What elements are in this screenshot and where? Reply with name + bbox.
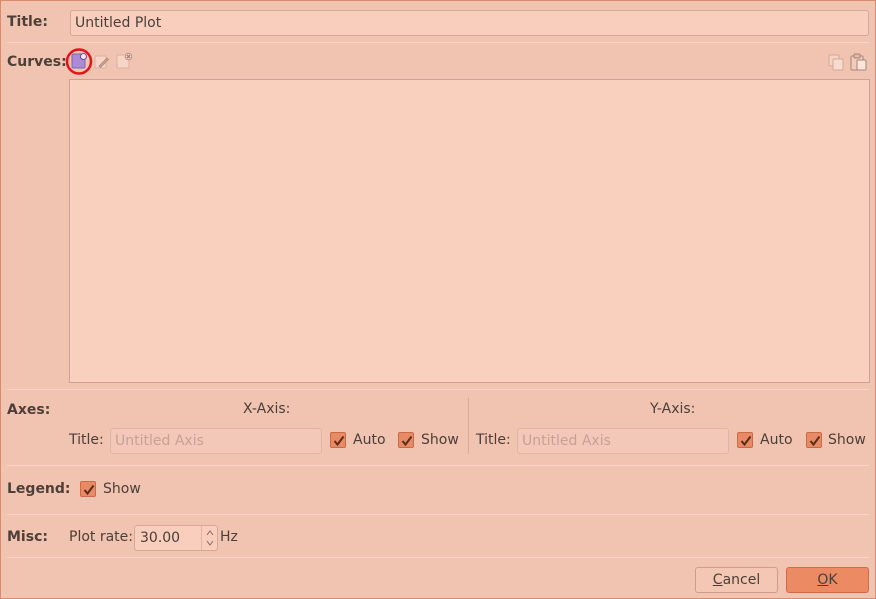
plot-title-input[interactable]: Untitled Plot <box>70 10 869 36</box>
curves-label: Curves: <box>7 54 67 70</box>
x-axis-show-label: Show <box>421 432 459 448</box>
y-axis-title-label: Title: <box>476 432 511 448</box>
legend-show-label: Show <box>103 481 141 497</box>
x-axis-title-label: Title: <box>69 432 104 448</box>
y-axis-show-label: Show <box>828 432 866 448</box>
plot-rate-label: Plot rate: <box>69 529 133 545</box>
separator <box>7 514 869 515</box>
separator <box>7 465 869 466</box>
plot-rate-unit: Hz <box>220 529 238 545</box>
separator <box>7 42 869 43</box>
plot-rate-value[interactable]: 30.00 <box>140 526 180 550</box>
x-axis-title-input[interactable]: Untitled Axis <box>110 428 322 454</box>
y-axis-auto-label: Auto <box>760 432 793 448</box>
x-axis-auto-checkbox[interactable] <box>330 432 346 448</box>
cancel-label: ancel <box>722 572 761 588</box>
cancel-button[interactable]: Cancel <box>695 567 778 593</box>
spin-up-icon <box>206 530 214 536</box>
legend-label: Legend: <box>7 481 71 497</box>
y-axis-auto-checkbox[interactable] <box>737 432 753 448</box>
edit-curve-icon[interactable] <box>94 54 110 70</box>
title-label: Title: <box>7 14 48 30</box>
ok-label: K <box>828 572 838 588</box>
x-axis-heading: X-Axis: <box>243 401 291 417</box>
y-axis-show-checkbox[interactable] <box>806 432 822 448</box>
x-axis-auto-label: Auto <box>353 432 386 448</box>
remove-curve-icon[interactable] <box>116 52 133 69</box>
axes-divider <box>468 398 469 454</box>
plot-rate-spinbox[interactable]: 30.00 <box>134 525 218 551</box>
spin-arrows[interactable] <box>201 526 217 550</box>
copy-icon[interactable] <box>828 54 845 71</box>
ok-mnemonic: O <box>817 572 829 588</box>
paste-icon[interactable] <box>850 53 868 71</box>
ok-button[interactable]: OK <box>786 567 869 593</box>
misc-label: Misc: <box>7 529 48 545</box>
y-axis-title-input[interactable]: Untitled Axis <box>517 428 729 454</box>
separator <box>7 557 869 558</box>
y-axis-heading: Y-Axis: <box>650 401 696 417</box>
cancel-mnemonic: C <box>712 572 723 588</box>
curves-list[interactable] <box>69 79 870 383</box>
axes-label: Axes: <box>7 402 51 418</box>
x-axis-show-checkbox[interactable] <box>398 432 414 448</box>
spin-down-icon <box>206 540 214 546</box>
legend-show-checkbox[interactable] <box>80 481 96 497</box>
separator <box>7 389 869 390</box>
add-curve-icon[interactable] <box>65 48 93 75</box>
